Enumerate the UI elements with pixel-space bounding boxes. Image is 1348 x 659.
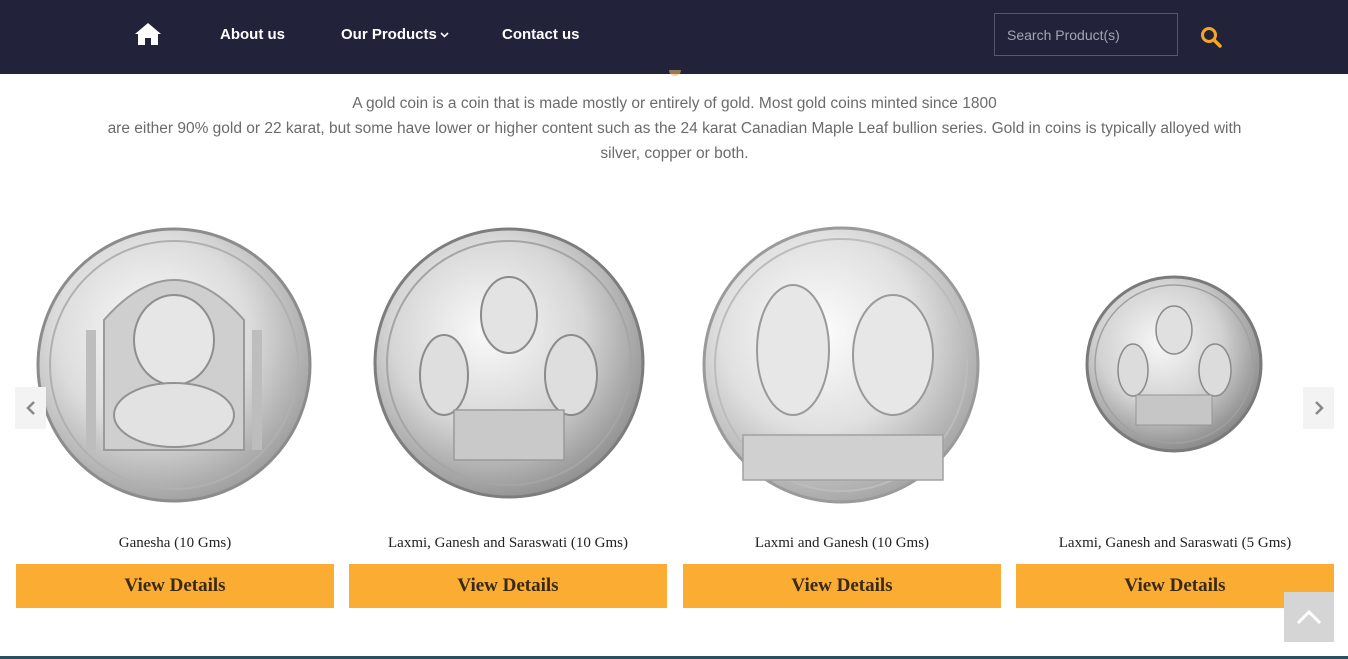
- intro-line-2: are either 90% gold or 22 karat, but som…: [107, 120, 1242, 162]
- coin-image[interactable]: [683, 200, 1001, 520]
- carousel-prev-button[interactable]: [15, 387, 46, 429]
- coin-image[interactable]: [1016, 200, 1334, 520]
- nav-about-us[interactable]: About us: [220, 26, 285, 43]
- chevron-down-icon: [440, 32, 449, 38]
- product-title: Ganesha (10 Gms): [118, 535, 232, 551]
- chevron-left-icon: [25, 401, 35, 415]
- chevron-up-icon: [1296, 609, 1322, 625]
- intro-line-1: A gold coin is a coin that is made mostl…: [352, 95, 997, 112]
- nav-our-products-label: Our Products: [341, 26, 437, 43]
- view-details-button[interactable]: View Details: [683, 564, 1001, 608]
- decorative-mark: [669, 70, 681, 76]
- product-title: Laxmi and Ganesh (10 Gms): [754, 535, 930, 551]
- search-icon[interactable]: [1199, 25, 1223, 49]
- back-to-top-button[interactable]: [1284, 592, 1334, 642]
- home-icon[interactable]: [134, 22, 162, 46]
- view-details-button[interactable]: View Details: [349, 564, 667, 608]
- intro-text: A gold coin is a coin that is made mostl…: [100, 91, 1249, 166]
- carousel-next-button[interactable]: [1303, 387, 1334, 429]
- product-title: Laxmi, Ganesh and Saraswati (5 Gms): [1058, 535, 1292, 551]
- product-title: Laxmi, Ganesh and Saraswati (10 Gms): [388, 535, 628, 551]
- nav-our-products[interactable]: Our Products: [341, 26, 449, 43]
- coin-image[interactable]: [16, 200, 334, 520]
- nav-contact-us[interactable]: Contact us: [502, 26, 580, 43]
- coin-image[interactable]: [349, 200, 667, 520]
- chevron-right-icon: [1314, 401, 1324, 415]
- search-input[interactable]: [994, 13, 1178, 56]
- view-details-button[interactable]: View Details: [16, 564, 334, 608]
- top-navbar: About us Our Products Contact us: [0, 0, 1348, 74]
